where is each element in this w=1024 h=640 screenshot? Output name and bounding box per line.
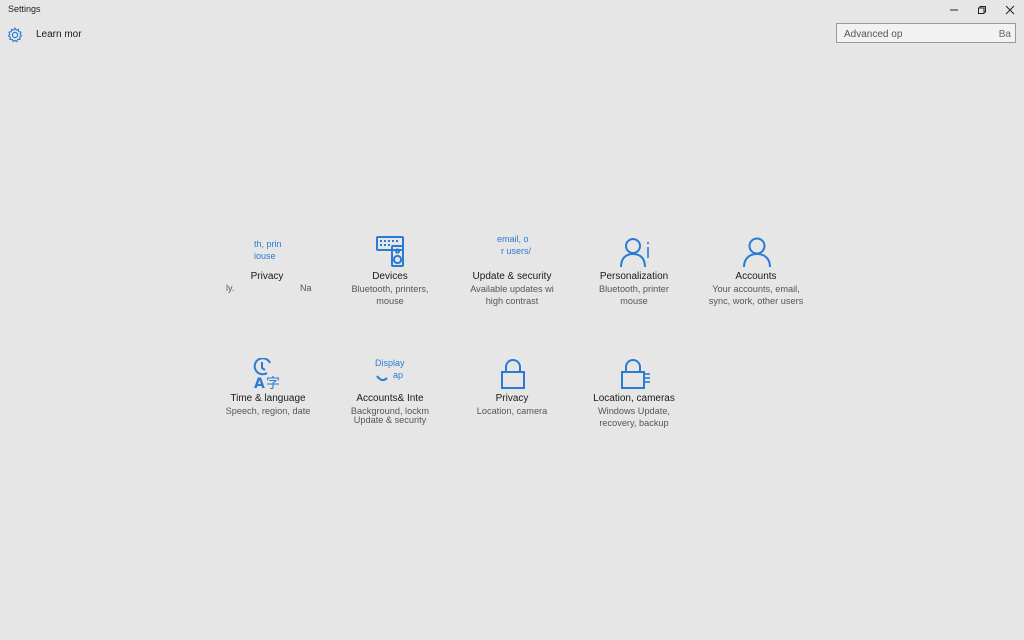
tile-description-line2: recovery, backup	[599, 418, 669, 428]
time-language-icon: A 字	[253, 357, 285, 392]
ghost-text-right: Na	[300, 283, 312, 293]
tile-description: Windows Update, recovery, backup	[579, 405, 689, 429]
learn-more-link[interactable]: Learn mor	[36, 29, 82, 40]
restore-icon	[978, 6, 986, 14]
gear-icon[interactable]	[6, 26, 24, 44]
tile-description-line2: mouse	[620, 296, 648, 306]
search-placeholder: Advanced op	[844, 29, 903, 40]
close-icon	[1005, 5, 1015, 15]
ghost-text-mid: iouse	[254, 251, 276, 261]
tile-description: Available updates wi high contrast	[457, 283, 567, 307]
tile-devices[interactable]: Devices Bluetooth, printers, mouse	[335, 236, 445, 326]
tile-description-line2: sync, work, other users	[708, 296, 804, 306]
close-button[interactable]	[996, 0, 1024, 20]
tile-description-line2: high contrast	[485, 296, 539, 306]
tile-description: Background, lockm Update & security	[335, 405, 445, 426]
tile-description-line1: Available updates wi	[470, 284, 554, 294]
tile-name: Accounts& Inte	[356, 393, 424, 404]
tile-description-line1: Bluetooth, printer	[599, 284, 669, 294]
tile-description-line1: Location, camera	[476, 406, 548, 416]
tile-name: Privacy	[495, 393, 529, 404]
person-icon	[741, 236, 773, 268]
tile-accounts-inte[interactable]: Display ap Accounts& Inte Background, lo…	[335, 358, 445, 448]
tile-privacy-top[interactable]: th, prin iouse Privacy ly. Na	[212, 236, 322, 326]
window-title: Settings	[8, 4, 41, 14]
tile-accounts[interactable]: Accounts Your accounts, email, sync, wor…	[701, 236, 811, 326]
minimize-button[interactable]	[940, 0, 968, 20]
tile-description: Bluetooth, printers, mouse	[335, 283, 445, 307]
tile-name: Update & security	[472, 271, 552, 282]
svg-text:A: A	[254, 376, 265, 390]
tile-location-cameras[interactable]: Location, cameras Windows Update, recove…	[579, 358, 689, 448]
title-bar: Settings	[0, 0, 1024, 20]
tile-description-line1: Your accounts, email,	[712, 284, 800, 294]
keyboard-speaker-icon	[375, 236, 407, 268]
tile-personalization[interactable]: Personalization Bluetooth, printer mouse	[579, 236, 689, 326]
tile-description: Your accounts, email, sync, work, other …	[701, 283, 811, 307]
person-icon	[619, 236, 651, 268]
tile-name: Time & language	[230, 393, 306, 404]
tile-privacy[interactable]: Privacy Location, camera	[457, 358, 567, 448]
tile-name: Accounts	[735, 271, 777, 282]
tile-name: Devices	[372, 271, 408, 282]
search-input[interactable]: Advanced op Ba	[836, 23, 1016, 43]
tile-description-line1: Windows Update,	[597, 406, 670, 416]
tile-name: Personalization	[599, 271, 669, 282]
lock-icon	[497, 358, 529, 390]
ghost-text-top: th, prin	[254, 239, 282, 249]
ghost-text-mid: r users/	[501, 246, 532, 256]
tile-description-line1: Bluetooth, printers,	[351, 284, 429, 294]
settings-window: Settings Learn mor Advanced op Ba th, pr…	[0, 0, 1024, 640]
restore-button[interactable]	[968, 0, 996, 20]
tile-description-line1: Speech, region, date	[225, 406, 311, 416]
tile-description: Location, camera	[457, 405, 567, 417]
ghost-text-top: email, o	[497, 234, 529, 244]
tile-description-line2: mouse	[376, 296, 404, 306]
tile-name: Privacy	[250, 271, 284, 282]
tile-description: Bluetooth, printer mouse	[579, 283, 689, 307]
tile-description: Speech, region, date	[213, 405, 323, 417]
lock-icon	[619, 358, 651, 390]
ghost-text-top: Display	[375, 358, 405, 368]
search-overflow-text: Ba	[998, 29, 1011, 40]
tile-name: Location, cameras	[593, 393, 675, 404]
arc-fragment-icon	[376, 375, 388, 382]
ghost-text-left: ly.	[226, 283, 235, 293]
tile-time-language[interactable]: A 字 Time & language Speech, region, date	[213, 357, 323, 448]
svg-text:字: 字	[266, 376, 280, 390]
tile-update-security[interactable]: email, o r users/ Update & security Avai…	[457, 234, 567, 326]
minimize-icon	[950, 9, 958, 11]
